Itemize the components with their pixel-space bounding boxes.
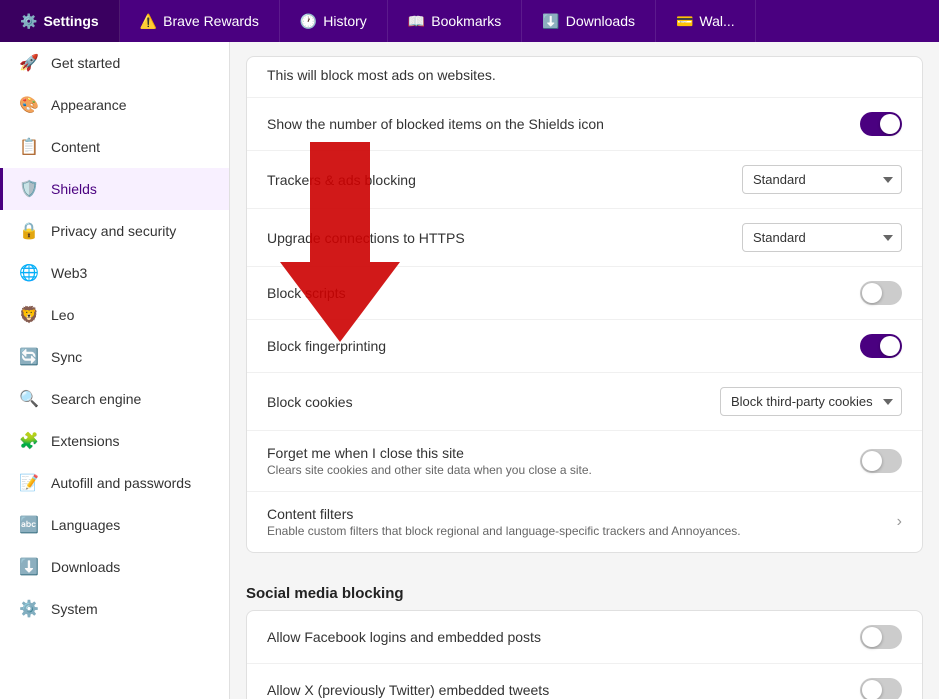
app-container: ⚙️ Settings ⚠️ Brave Rewards 🕐 History 📖…: [0, 0, 939, 699]
sidebar-item-appearance[interactable]: 🎨 Appearance: [0, 84, 229, 126]
tab-bar: ⚙️ Settings ⚠️ Brave Rewards 🕐 History 📖…: [0, 0, 939, 42]
shields-settings-card: This will block most ads on websites. Sh…: [246, 56, 923, 553]
sidebar-item-extensions[interactable]: 🧩 Extensions: [0, 420, 229, 462]
facebook-label: Allow Facebook logins and embedded posts: [267, 629, 860, 645]
sidebar-item-autofill[interactable]: 📝 Autofill and passwords: [0, 462, 229, 504]
block-scripts-label: Block scripts: [267, 285, 860, 301]
downloads-tab-icon: ⬇️: [542, 13, 559, 30]
show-blocked-label: Show the number of blocked items on the …: [267, 116, 860, 132]
sidebar-item-privacy-security[interactable]: 🔒 Privacy and security: [0, 210, 229, 252]
block-scripts-toggle[interactable]: [860, 281, 902, 305]
sidebar: 🚀 Get started 🎨 Appearance 📋 Content 🛡️ …: [0, 42, 230, 699]
tab-downloads[interactable]: ⬇️ Downloads: [522, 0, 656, 42]
wallet-icon: 💳: [676, 13, 693, 30]
downloads-sidebar-icon: ⬇️: [19, 557, 39, 577]
partial-top-text: This will block most ads on websites.: [247, 57, 922, 98]
content-area: This will block most ads on websites. Sh…: [230, 42, 939, 699]
facebook-toggle[interactable]: [860, 625, 902, 649]
fingerprinting-toggle[interactable]: [860, 334, 902, 358]
get-started-icon: 🚀: [19, 53, 39, 73]
tab-settings[interactable]: ⚙️ Settings: [0, 0, 120, 42]
https-label: Upgrade connections to HTTPS: [267, 230, 742, 246]
setting-row-cookies: Block cookies Block third-party cookies …: [247, 373, 922, 431]
system-icon: ⚙️: [19, 599, 39, 619]
privacy-icon: 🔒: [19, 221, 39, 241]
sidebar-item-search-engine[interactable]: 🔍 Search engine: [0, 378, 229, 420]
sync-icon: 🔄: [19, 347, 39, 367]
sidebar-item-content[interactable]: 📋 Content: [0, 126, 229, 168]
setting-row-show-blocked: Show the number of blocked items on the …: [247, 98, 922, 151]
social-media-heading: Social media blocking: [230, 569, 939, 610]
sidebar-item-leo[interactable]: 🦁 Leo: [0, 294, 229, 336]
setting-row-forget-me: Forget me when I close this site Clears …: [247, 431, 922, 492]
cookies-select[interactable]: Block third-party cookies Block all cook…: [720, 387, 902, 416]
setting-row-https: Upgrade connections to HTTPS Standard St…: [247, 209, 922, 267]
cookies-label: Block cookies: [267, 394, 720, 410]
sidebar-item-shields[interactable]: 🛡️ Shields: [0, 168, 229, 210]
autofill-icon: 📝: [19, 473, 39, 493]
shields-icon: 🛡️: [19, 179, 39, 199]
social-media-card: Allow Facebook logins and embedded posts…: [246, 610, 923, 699]
fingerprinting-label: Block fingerprinting: [267, 338, 860, 354]
twitter-label: Allow X (previously Twitter) embedded tw…: [267, 682, 860, 698]
setting-row-fingerprinting: Block fingerprinting: [247, 320, 922, 373]
main-layout: 🚀 Get started 🎨 Appearance 📋 Content 🛡️ …: [0, 42, 939, 699]
brave-rewards-icon: ⚠️: [140, 13, 157, 30]
content-icon: 📋: [19, 137, 39, 157]
web3-icon: 🌐: [19, 263, 39, 283]
forget-me-toggle[interactable]: [860, 449, 902, 473]
tab-wallet[interactable]: 💳 Wal...: [656, 0, 756, 42]
search-engine-icon: 🔍: [19, 389, 39, 409]
setting-row-content-filters[interactable]: Content filters Enable custom filters th…: [247, 492, 922, 552]
tab-history[interactable]: 🕐 History: [280, 0, 388, 42]
sidebar-item-sync[interactable]: 🔄 Sync: [0, 336, 229, 378]
extensions-icon: 🧩: [19, 431, 39, 451]
setting-row-facebook: Allow Facebook logins and embedded posts: [247, 611, 922, 664]
bookmarks-icon: 📖: [408, 13, 425, 30]
trackers-select[interactable]: Standard Aggressive Disabled: [742, 165, 902, 194]
content-filters-arrow-icon: ›: [897, 513, 902, 531]
forget-me-label: Forget me when I close this site: [267, 445, 592, 461]
sidebar-item-downloads[interactable]: ⬇️ Downloads: [0, 546, 229, 588]
tab-brave-rewards[interactable]: ⚠️ Brave Rewards: [120, 0, 280, 42]
setting-row-block-scripts: Block scripts: [247, 267, 922, 320]
leo-icon: 🦁: [19, 305, 39, 325]
setting-row-trackers: Trackers & ads blocking Standard Aggress…: [247, 151, 922, 209]
sidebar-item-web3[interactable]: 🌐 Web3: [0, 252, 229, 294]
show-blocked-toggle[interactable]: [860, 112, 902, 136]
sidebar-item-get-started[interactable]: 🚀 Get started: [0, 42, 229, 84]
settings-icon: ⚙️: [20, 13, 37, 30]
content-filters-sublabel: Enable custom filters that block regiona…: [267, 524, 741, 538]
history-icon: 🕐: [300, 13, 317, 30]
forget-me-sublabel: Clears site cookies and other site data …: [267, 463, 592, 477]
tab-bookmarks[interactable]: 📖 Bookmarks: [388, 0, 522, 42]
social-media-section: Social media blocking Allow Facebook log…: [230, 569, 939, 699]
sidebar-item-system[interactable]: ⚙️ System: [0, 588, 229, 630]
https-select[interactable]: Standard Strict Disabled: [742, 223, 902, 252]
trackers-label: Trackers & ads blocking: [267, 172, 742, 188]
appearance-icon: 🎨: [19, 95, 39, 115]
sidebar-item-languages[interactable]: 🔤 Languages: [0, 504, 229, 546]
content-filters-label: Content filters: [267, 506, 741, 522]
twitter-toggle[interactable]: [860, 678, 902, 699]
languages-icon: 🔤: [19, 515, 39, 535]
setting-row-twitter: Allow X (previously Twitter) embedded tw…: [247, 664, 922, 699]
